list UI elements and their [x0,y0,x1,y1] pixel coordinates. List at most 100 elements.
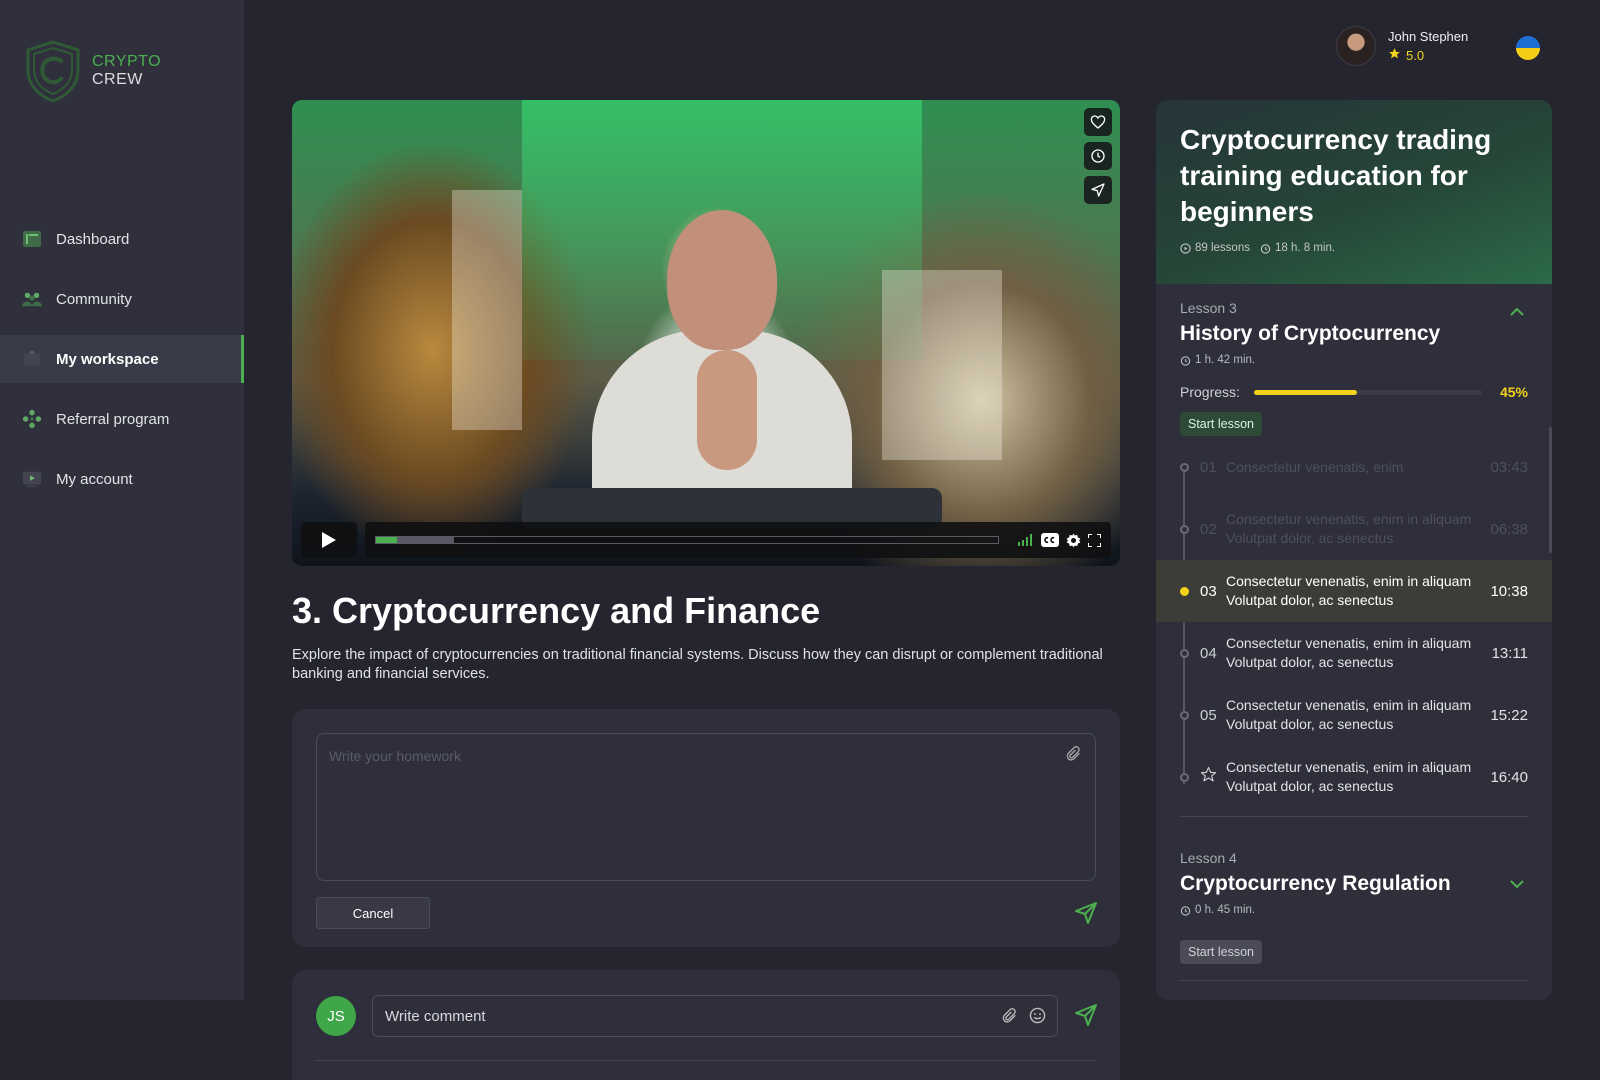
nav-label-my-workspace: My workspace [56,350,159,368]
homework-card: Cancel [292,709,1120,947]
nav-item-dashboard[interactable]: Dashboard [0,215,244,263]
video-side-actions [1084,108,1112,204]
lesson-item-title: Consectetur venenatis, enim [1226,458,1404,475]
heart-icon[interactable] [1084,108,1112,136]
lesson-item-number: 02 [1200,520,1217,538]
video-control-bar [365,522,1111,558]
send-comment-icon[interactable] [1074,1003,1098,1032]
nav-item-my-workspace[interactable]: My workspace [0,335,244,383]
lesson-item-current[interactable]: 03 Consectetur venenatis, enim in aliqua… [1156,560,1552,622]
avatar[interactable] [1336,26,1376,66]
progress-value: 45% [1499,384,1528,400]
lesson-4-label: Lesson 4 [1180,850,1237,866]
lesson-3-name: History of Cryptocurrency [1180,322,1441,345]
lesson-item-dot [1180,710,1189,720]
lesson-item-time: 10:38 [1490,582,1528,600]
logo-text-crew: CREW [92,71,143,88]
video-player[interactable] [292,100,1120,566]
nav-item-my-account[interactable]: My account [0,455,244,503]
video-person-head [667,210,777,350]
lesson-item[interactable]: 02 Consectetur venenatis, enim in aliqua… [1156,498,1552,560]
main-nav: Dashboard Community My workspace Referra… [0,215,244,515]
video-controls [301,522,1111,558]
ukraine-flag-icon[interactable] [1516,36,1540,60]
dashboard-icon [22,229,42,249]
lesson-item-time: 15:22 [1490,706,1528,724]
signal-quality-icon[interactable] [1018,534,1034,546]
fullscreen-icon[interactable] [1088,533,1101,547]
lesson-item-number: 03 [1200,582,1217,600]
play-button[interactable] [301,522,357,558]
lesson-item[interactable]: 01 Consectetur venenatis, enim 03:43 [1156,436,1552,498]
lesson-item-title: Consectetur venenatis, enim in aliquam V… [1226,635,1472,670]
progress-track [1254,389,1482,395]
user-profile[interactable]: John Stephen 5.0 [1336,26,1468,66]
course-title: Cryptocurrency trading training educatio… [1180,124,1492,227]
paperclip-icon[interactable] [1066,745,1082,768]
logo-text-crypto: CRYPTO [92,53,162,70]
alarm-clock-icon [1260,243,1271,254]
lesson-item-time: 13:11 [1491,644,1528,662]
lesson-item-title: Consectetur venenatis, enim in aliquam V… [1226,697,1472,732]
chevron-down-icon[interactable] [1510,876,1524,894]
lesson-item-number: 01 [1200,458,1217,476]
settings-gear-icon[interactable] [1066,533,1081,548]
nav-label-referral-program: Referral program [56,410,170,428]
chevron-up-icon[interactable] [1510,304,1524,322]
paperclip-icon[interactable] [1002,1007,1018,1030]
lesson-3-header[interactable]: Lesson 3 History of Cryptocurrency 1 h. … [1180,300,1440,366]
lesson-divider [1180,816,1528,817]
lesson-item[interactable]: 05 Consectetur venenatis, enim in aliqua… [1156,684,1552,746]
lesson-item-bonus[interactable]: Consectetur venenatis, enim in aliquam V… [1156,746,1552,808]
play-icon [322,532,336,548]
lesson-4-header[interactable]: Lesson 4 Cryptocurrency Regulation 0 h. … [1180,850,1451,916]
course-duration: 18 h. 8 min. [1274,242,1336,254]
progress-fill [1254,389,1357,395]
community-icon [22,289,42,309]
lesson-3-label: Lesson 3 [1180,300,1237,316]
captions-icon[interactable] [1041,533,1059,547]
lesson-item-title: Consectetur venenatis, enim in aliquam V… [1226,573,1472,608]
video-seek-bar[interactable] [375,536,999,544]
shield-logo-icon [26,40,80,103]
lesson-title: 3. Cryptocurrency and Finance [292,590,821,631]
comment-divider [316,1060,1096,1061]
nav-item-referral-program[interactable]: Referral program [0,395,244,443]
emoji-icon[interactable] [1029,1007,1046,1029]
logo[interactable]: CRYPTO CREW [20,38,161,104]
lesson-item-number: 05 [1200,706,1217,724]
lesson-item-time: 06:38 [1490,520,1528,538]
play-circle-icon [1180,242,1191,254]
nav-label-community: Community [56,290,132,308]
course-hero: Cryptocurrency trading training educatio… [1156,100,1552,284]
alarm-clock-icon [1180,905,1191,916]
comment-input[interactable] [372,995,1058,1037]
sidebar: CRYPTO CREW Dashboard Community My works… [0,0,244,1000]
nav-label-dashboard: Dashboard [56,230,130,248]
course-scrollbar[interactable] [1549,427,1552,553]
course-panel: Cryptocurrency trading training educatio… [1156,100,1552,1000]
lesson-description: Explore the impact of cryptocurrencies o… [292,647,1103,682]
user-rating: 5.0 [1388,47,1468,63]
workspace-icon [22,349,42,369]
send-homework-icon[interactable] [1074,901,1098,930]
comment-card: JS [292,970,1120,1080]
homework-input[interactable] [316,733,1096,881]
start-lesson-3-button[interactable]: Start lesson [1180,412,1263,436]
alarm-clock-icon [1180,355,1191,366]
lesson-4-duration: 0 h. 45 min. [1180,904,1451,916]
video-shelf-left [452,190,522,430]
lesson-item[interactable]: 04 Consectetur venenatis, enim in aliqua… [1156,622,1552,684]
start-lesson-4-button[interactable]: Start lesson [1180,940,1263,964]
lesson-4-name: Cryptocurrency Regulation [1180,872,1451,895]
lesson-3-duration: 1 h. 42 min. [1180,354,1440,366]
nav-item-community[interactable]: Community [0,275,244,323]
share-icon[interactable] [1084,176,1112,204]
lesson-item-dot [1180,586,1189,596]
lesson-item-time: 03:43 [1490,458,1528,476]
cancel-button[interactable]: Cancel [316,897,430,929]
lesson-3-progress: Progress: 45% [1180,384,1528,400]
clock-icon[interactable] [1084,142,1112,170]
lesson-item-time: 16:40 [1490,768,1528,786]
nav-label-my-account: My account [56,470,133,488]
